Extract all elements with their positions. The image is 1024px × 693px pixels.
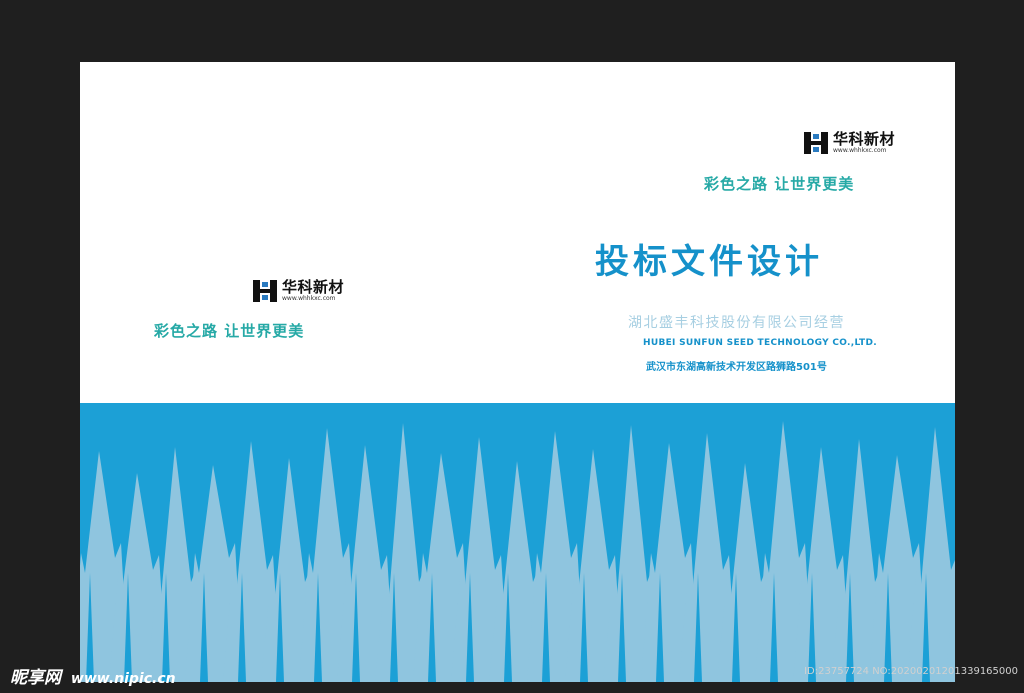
hk-logo-icon (804, 132, 828, 154)
watermark: 昵享网 www.nipic.cn (10, 663, 176, 688)
left-logo: 华科新材 www.whhkxc.com (252, 279, 344, 303)
spike-shape (907, 427, 955, 682)
company-address: 武汉市东湖高新技术开发区路狮路501号 (646, 362, 827, 373)
watermark-site: www.nipic.cn (70, 671, 176, 687)
right-logo-url: www.whhkxc.com (833, 147, 887, 154)
page-title: 投标文件设计 (595, 242, 823, 282)
left-logo-url: www.whhkxc.com (282, 295, 336, 302)
watermark-brand: 昵享网 (10, 668, 61, 688)
right-logo-brand: 华科新材 (833, 130, 896, 148)
spike-pattern (80, 421, 955, 682)
company-name-en: HUBEI SUNFUN SEED TECHNOLOGY CO.,LTD. (643, 338, 877, 348)
right-slogan: 彩色之路 让世界更美 (704, 175, 855, 193)
hk-logo-icon (253, 280, 277, 302)
image-id: ID:23757724 NO:20200201201339165000 (804, 666, 1018, 677)
left-slogan: 彩色之路 让世界更美 (154, 322, 305, 340)
right-logo: 华科新材 www.whhkxc.com (803, 131, 895, 155)
company-name-cn: 湖北盛丰科技股份有限公司经营 (628, 315, 845, 331)
blue-band (80, 403, 955, 682)
brochure-canvas: 华科新材 www.whhkxc.com 彩色之路 让世界更美 华科新材 www.… (80, 62, 955, 682)
left-logo-brand: 华科新材 (282, 278, 345, 296)
